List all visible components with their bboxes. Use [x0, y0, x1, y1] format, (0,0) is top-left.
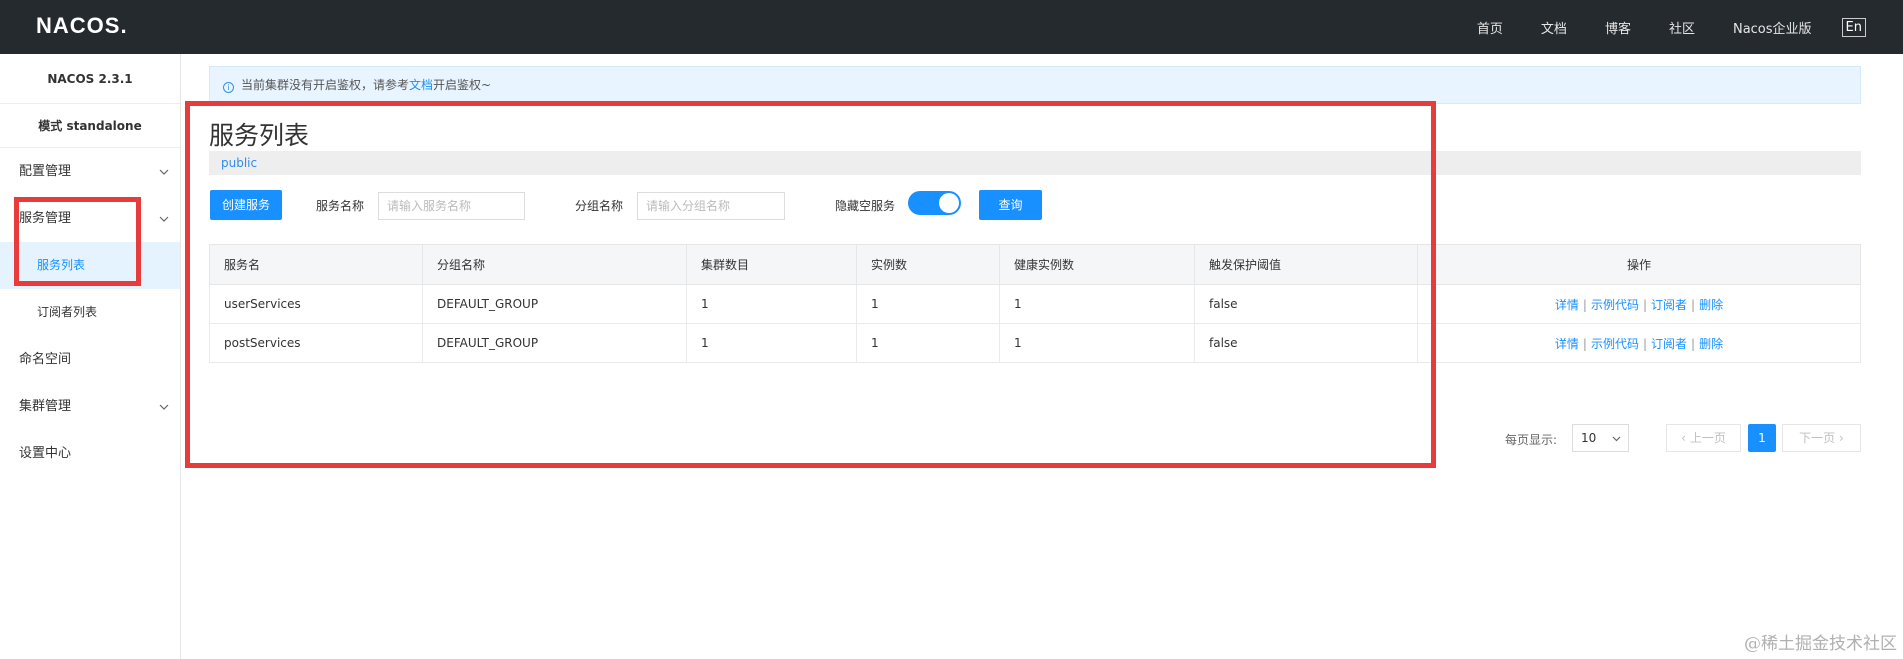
watermark: @稀土掘金技术社区 — [1744, 634, 1897, 654]
next-page-button[interactable]: 下一页 › — [1782, 424, 1861, 452]
sidebar: NACOS 2.3.1 模式 standalone 配置管理 服务管理 服务列表… — [0, 54, 181, 659]
chevron-down-icon — [159, 195, 169, 242]
sidebar-item-label: 集群管理 — [19, 399, 72, 414]
group-name-label: 分组名称 — [575, 199, 624, 213]
col-actions: 操作 — [1417, 244, 1861, 285]
sidebar-item-label: 订阅者列表 — [37, 305, 98, 319]
cell-group-name: DEFAULT_GROUP — [422, 323, 687, 363]
per-page-value: 10 — [1581, 431, 1597, 445]
next-page-label: 下一页 — [1799, 431, 1836, 445]
nav-home[interactable]: 首页 — [1477, 18, 1503, 37]
service-name-label: 服务名称 — [316, 199, 365, 213]
sidebar-item-label: 命名空间 — [19, 352, 72, 367]
group-name-input[interactable]: 请输入分组名称 — [637, 192, 785, 220]
top-nav: 首页 文档 博客 社区 Nacos企业版 En — [1477, 0, 1903, 54]
chevron-down-icon — [159, 148, 169, 195]
cell-actions: 详情 | 示例代码 | 订阅者 | 删除 — [1417, 323, 1861, 363]
info-icon: i — [223, 82, 234, 93]
cell-healthy-count: 1 — [999, 323, 1195, 363]
cell-threshold: false — [1194, 284, 1418, 324]
namespace-bar: public — [209, 151, 1861, 175]
sidebar-item-settings[interactable]: 设置中心 — [0, 430, 180, 477]
nav-community[interactable]: 社区 — [1669, 18, 1695, 37]
page-title: 服务列表 — [209, 121, 310, 150]
cell-service-name: userServices — [209, 284, 423, 324]
delete-link[interactable]: 删除 — [1699, 337, 1723, 351]
delete-link[interactable]: 删除 — [1699, 298, 1723, 312]
create-service-button[interactable]: 创建服务 — [210, 190, 282, 220]
prev-page-button[interactable]: ‹ 上一页 — [1666, 424, 1741, 452]
current-page-button[interactable]: 1 — [1748, 424, 1776, 452]
toggle-knob — [939, 193, 959, 213]
sidebar-item-subscribers[interactable]: 订阅者列表 — [0, 289, 180, 336]
sidebar-item-label: 服务管理 — [19, 211, 72, 226]
per-page-label: 每页显示: — [1505, 433, 1558, 447]
table-header-row: 服务名 分组名称 集群数目 实例数 健康实例数 触发保护阈值 操作 — [209, 244, 1861, 285]
hide-empty-label: 隐藏空服务 — [835, 199, 896, 213]
subscribers-link[interactable]: 订阅者 — [1651, 337, 1687, 351]
sidebar-item-service-list[interactable]: 服务列表 — [0, 242, 180, 289]
top-navbar: NACOS. 首页 文档 博客 社区 Nacos企业版 En — [0, 0, 1903, 54]
prev-page-label: 上一页 — [1689, 431, 1726, 445]
cell-cluster-count: 1 — [686, 323, 857, 363]
table-row: userServices DEFAULT_GROUP 1 1 1 false 详… — [209, 284, 1861, 324]
sidebar-item-service-mgmt[interactable]: 服务管理 — [0, 195, 180, 242]
nav-enterprise[interactable]: Nacos企业版 — [1733, 18, 1812, 37]
chevron-down-icon — [1612, 425, 1621, 451]
main-content: i 当前集群没有开启鉴权，请参考文档开启鉴权~ 服务列表 public 创建服务 … — [182, 54, 1903, 659]
nav-docs[interactable]: 文档 — [1541, 18, 1567, 37]
col-service-name: 服务名 — [209, 244, 423, 285]
col-group-name: 分组名称 — [422, 244, 687, 285]
mode-label: 模式 standalone — [0, 104, 180, 148]
nav-blog[interactable]: 博客 — [1605, 18, 1631, 37]
col-cluster-count: 集群数目 — [686, 244, 857, 285]
sidebar-item-cluster[interactable]: 集群管理 — [0, 383, 180, 430]
nacos-logo[interactable]: NACOS. — [36, 13, 128, 39]
auth-notice: i 当前集群没有开启鉴权，请参考文档开启鉴权~ — [209, 66, 1861, 104]
chevron-down-icon — [159, 383, 169, 430]
cell-threshold: false — [1194, 323, 1418, 363]
cell-group-name: DEFAULT_GROUP — [422, 284, 687, 324]
detail-link[interactable]: 详情 — [1555, 298, 1579, 312]
cell-service-name: postServices — [209, 323, 423, 363]
sample-code-link[interactable]: 示例代码 — [1591, 298, 1639, 312]
namespace-tab-public[interactable]: public — [221, 156, 257, 170]
sidebar-item-label: 服务列表 — [37, 258, 86, 272]
sidebar-item-label: 设置中心 — [19, 446, 72, 461]
subscribers-link[interactable]: 订阅者 — [1651, 298, 1687, 312]
col-instance-count: 实例数 — [856, 244, 1000, 285]
sidebar-item-label: 配置管理 — [19, 164, 72, 179]
notice-suffix: 开启鉴权~ — [433, 78, 492, 92]
cell-instance-count: 1 — [856, 284, 1000, 324]
version-label: NACOS 2.3.1 — [0, 54, 180, 104]
sidebar-item-namespace[interactable]: 命名空间 — [0, 336, 180, 383]
query-button[interactable]: 查询 — [979, 190, 1042, 220]
service-table: 服务名 分组名称 集群数目 实例数 健康实例数 触发保护阈值 操作 userSe… — [209, 244, 1861, 363]
cell-actions: 详情 | 示例代码 | 订阅者 | 删除 — [1417, 284, 1861, 324]
notice-text: 当前集群没有开启鉴权，请参考 — [241, 78, 410, 92]
docs-link[interactable]: 文档 — [409, 78, 433, 92]
col-healthy-count: 健康实例数 — [999, 244, 1195, 285]
sample-code-link[interactable]: 示例代码 — [1591, 337, 1639, 351]
sidebar-item-config[interactable]: 配置管理 — [0, 148, 180, 195]
detail-link[interactable]: 详情 — [1555, 337, 1579, 351]
chevron-right-icon: › — [1839, 431, 1844, 445]
cell-instance-count: 1 — [856, 323, 1000, 363]
chevron-left-icon: ‹ — [1681, 431, 1686, 445]
cell-healthy-count: 1 — [999, 284, 1195, 324]
per-page-select[interactable]: 10 — [1572, 424, 1629, 452]
hide-empty-toggle[interactable] — [908, 191, 961, 215]
service-name-input[interactable]: 请输入服务名称 — [378, 192, 525, 220]
table-row: postServices DEFAULT_GROUP 1 1 1 false 详… — [209, 323, 1861, 363]
cell-cluster-count: 1 — [686, 284, 857, 324]
language-switch-button[interactable]: En — [1841, 17, 1866, 37]
col-threshold: 触发保护阈值 — [1194, 244, 1418, 285]
